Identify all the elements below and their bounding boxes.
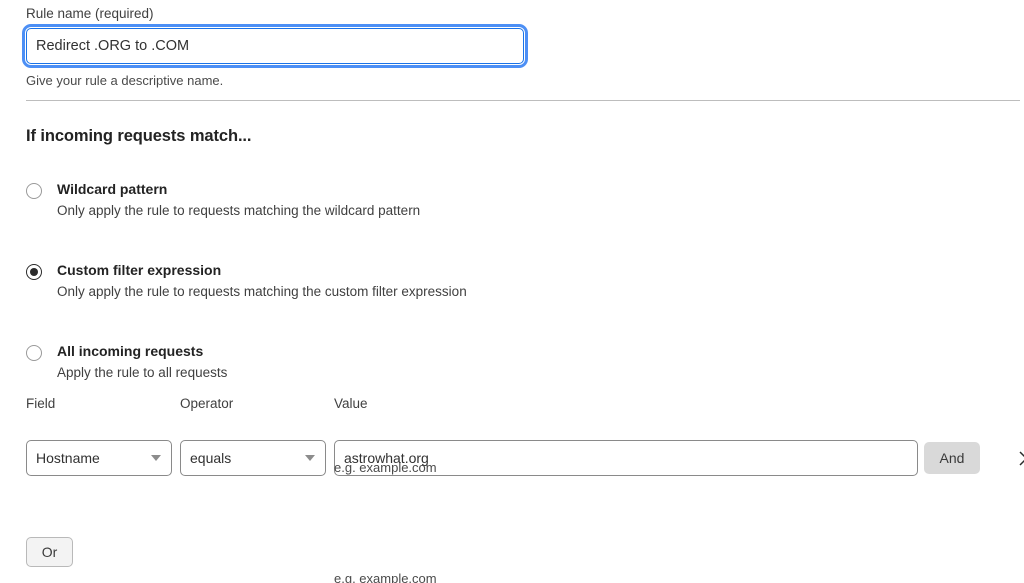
match-option-title: All incoming requests	[57, 343, 204, 359]
and-button-label: And	[939, 450, 965, 466]
match-section-heading: If incoming requests match...	[26, 127, 252, 145]
rule-name-section: Rule name (required) Give your rule a de…	[22, 6, 528, 89]
value-hint-row-2: e.g. example.com	[334, 571, 437, 583]
match-options-group: Wildcard pattern Only apply the rule to …	[26, 180, 726, 382]
radio-icon-all-incoming-requests[interactable]	[26, 345, 42, 361]
match-option-custom-filter-expression[interactable]: Custom filter expression Only apply the …	[26, 261, 726, 301]
match-option-title: Custom filter expression	[57, 262, 222, 278]
operator-select-row-1[interactable]: equals	[180, 440, 326, 476]
column-header-field: Field	[26, 396, 56, 411]
add-or-group-label: Or	[41, 544, 58, 560]
section-divider	[26, 100, 1020, 101]
radio-icon-wildcard-pattern[interactable]	[26, 183, 42, 199]
close-icon	[1018, 450, 1024, 467]
match-option-wildcard-pattern[interactable]: Wildcard pattern Only apply the rule to …	[26, 180, 726, 220]
column-header-value: Value	[334, 396, 368, 411]
match-option-description: Apply the rule to all requests	[57, 365, 228, 380]
radio-icon-custom-filter-expression[interactable]	[26, 264, 42, 280]
match-option-description: Only apply the rule to requests matching…	[57, 203, 421, 218]
rule-name-input-wrap	[22, 24, 528, 68]
chevron-down-icon	[305, 455, 315, 461]
match-option-all-incoming-requests[interactable]: All incoming requests Apply the rule to …	[26, 342, 726, 382]
filter-expression-builder: Field Operator Value Hostname equals ast…	[26, 396, 1024, 583]
rule-name-label: Rule name (required)	[26, 6, 154, 21]
field-select-value: Hostname	[36, 450, 100, 466]
filter-column-headers: Field Operator Value	[26, 396, 1024, 418]
rule-name-help-text: Give your rule a descriptive name.	[26, 73, 224, 88]
filter-row: Hostname equals astrowhat.org And	[26, 440, 1024, 476]
operator-select-value: equals	[190, 450, 232, 466]
or-group-row: Or	[26, 537, 1024, 573]
match-option-title: Wildcard pattern	[57, 181, 168, 197]
column-header-operator: Operator	[180, 396, 234, 411]
remove-condition-row-1[interactable]	[1012, 444, 1024, 472]
rule-editor-page: Rule name (required) Give your rule a de…	[0, 0, 1024, 583]
value-hint-row-1: e.g. example.com	[334, 460, 437, 475]
chevron-down-icon	[151, 455, 161, 461]
rule-name-input[interactable]	[22, 24, 528, 68]
add-or-group-button[interactable]: Or	[26, 537, 73, 567]
field-select-row-1[interactable]: Hostname	[26, 440, 172, 476]
and-button-row-1[interactable]: And	[924, 442, 980, 474]
match-option-description: Only apply the rule to requests matching…	[57, 284, 467, 299]
